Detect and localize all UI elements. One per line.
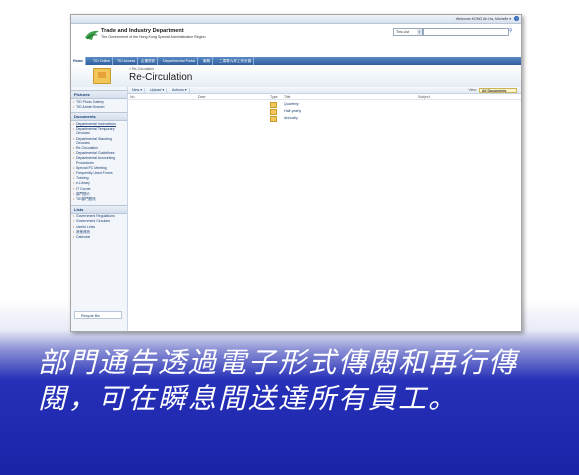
view-select[interactable]: All Documents [479, 87, 517, 93]
tab-work-plan[interactable]: 二零零九年工作計劃 [217, 57, 255, 65]
folder-icon [93, 68, 111, 84]
recycle-bin-link[interactable]: Recycle Bin [74, 311, 122, 319]
site-subtitle: The Government of the Hong Kong Special … [101, 35, 206, 39]
help-icon[interactable]: ? [514, 16, 519, 21]
nav-heading-documents[interactable]: Documents [71, 112, 127, 122]
view-label: View: [468, 87, 478, 92]
document-library: New ▾ Upload ▾ Actions ▾ View: All Docum… [128, 87, 521, 331]
upload-menu-button[interactable]: Upload ▾ [148, 87, 168, 93]
list-item[interactable]: Half-yearly [128, 108, 521, 115]
nav-item-accounting[interactable]: Departmental Accounting Procedures [71, 156, 127, 165]
tab-company-info[interactable]: 企業資訊 [139, 57, 159, 65]
folder-link[interactable]: Half-yearly [284, 109, 301, 113]
search-input[interactable] [423, 28, 509, 36]
list-column-headers: No. Date Type Title Subject [128, 94, 521, 100]
site-title: Trade and Industry Department [101, 28, 184, 34]
nav-item-standing-circulars[interactable]: Departmental Standing Circulars [71, 136, 127, 145]
list-item[interactable]: Annually [128, 115, 521, 122]
nav-item-temp-circulars[interactable]: Departmental Temporary Circulars [71, 127, 127, 136]
slide-caption: 部門通告透過電子形式傳閱和再行傳閱，可在瞬息間送達所有員工。 [38, 346, 519, 415]
tid-logo [85, 30, 99, 40]
nav-item-calendar[interactable]: Calendar [71, 234, 127, 239]
tab-services[interactable]: 服務 [201, 57, 214, 65]
search-scope-value: This List [396, 30, 410, 34]
recycle-bin-label: Recycle Bin [81, 314, 100, 318]
list-toolbar: New ▾ Upload ▾ Actions ▾ View: All Docum… [128, 87, 521, 94]
top-nav-tabs: Home TID Online TID Access 企業資訊 Departme… [71, 57, 521, 65]
column-header-date[interactable]: Date [198, 95, 205, 99]
list-item[interactable]: Quarterly [128, 101, 521, 108]
breadcrumb[interactable]: > Re-Circulation [129, 67, 154, 71]
quick-launch: Pictures TID Photo Gallery TID Admin Bra… [71, 87, 128, 331]
tab-tid-online[interactable]: TID Online [91, 57, 114, 65]
folder-link[interactable]: Quarterly [284, 102, 299, 106]
sharepoint-screenshot: Welcome KONG Ah Ha, Michelle ▾ ? Trade a… [70, 14, 522, 332]
nav-item-admin-branch[interactable]: TID Admin Branch [71, 104, 127, 109]
top-bar: Welcome KONG Ah Ha, Michelle ▾ ? [71, 15, 521, 24]
column-header-no[interactable]: No. [130, 95, 135, 99]
actions-menu-button[interactable]: Actions ▾ [170, 87, 190, 93]
folder-link[interactable]: Annually [284, 116, 298, 120]
welcome-menu[interactable]: Welcome KONG Ah Ha, Michelle ▾ [456, 17, 511, 21]
column-header-title[interactable]: Title [284, 95, 290, 99]
tab-home[interactable]: Home [71, 57, 86, 65]
new-menu-button[interactable]: New ▾ [130, 87, 145, 93]
tab-tid-access[interactable]: TID Access [115, 57, 139, 65]
page-title: Re-Circulation [129, 72, 193, 83]
nav-heading-lists[interactable]: Lists [71, 204, 127, 214]
nav-item-newsletter[interactable]: TID部門簡訊 [71, 196, 127, 201]
column-header-type[interactable]: Type [270, 95, 278, 99]
search-scope-select[interactable]: This List ▾ [393, 28, 423, 36]
folder-icon [270, 116, 277, 122]
nav-heading-pictures[interactable]: Pictures [71, 90, 127, 99]
tab-departmental-portal[interactable]: Departmental Portal [161, 57, 198, 65]
chevron-down-icon: ▾ [417, 29, 422, 35]
search-icon[interactable]: ⚲ [509, 28, 516, 35]
column-header-subject[interactable]: Subject [418, 95, 430, 99]
